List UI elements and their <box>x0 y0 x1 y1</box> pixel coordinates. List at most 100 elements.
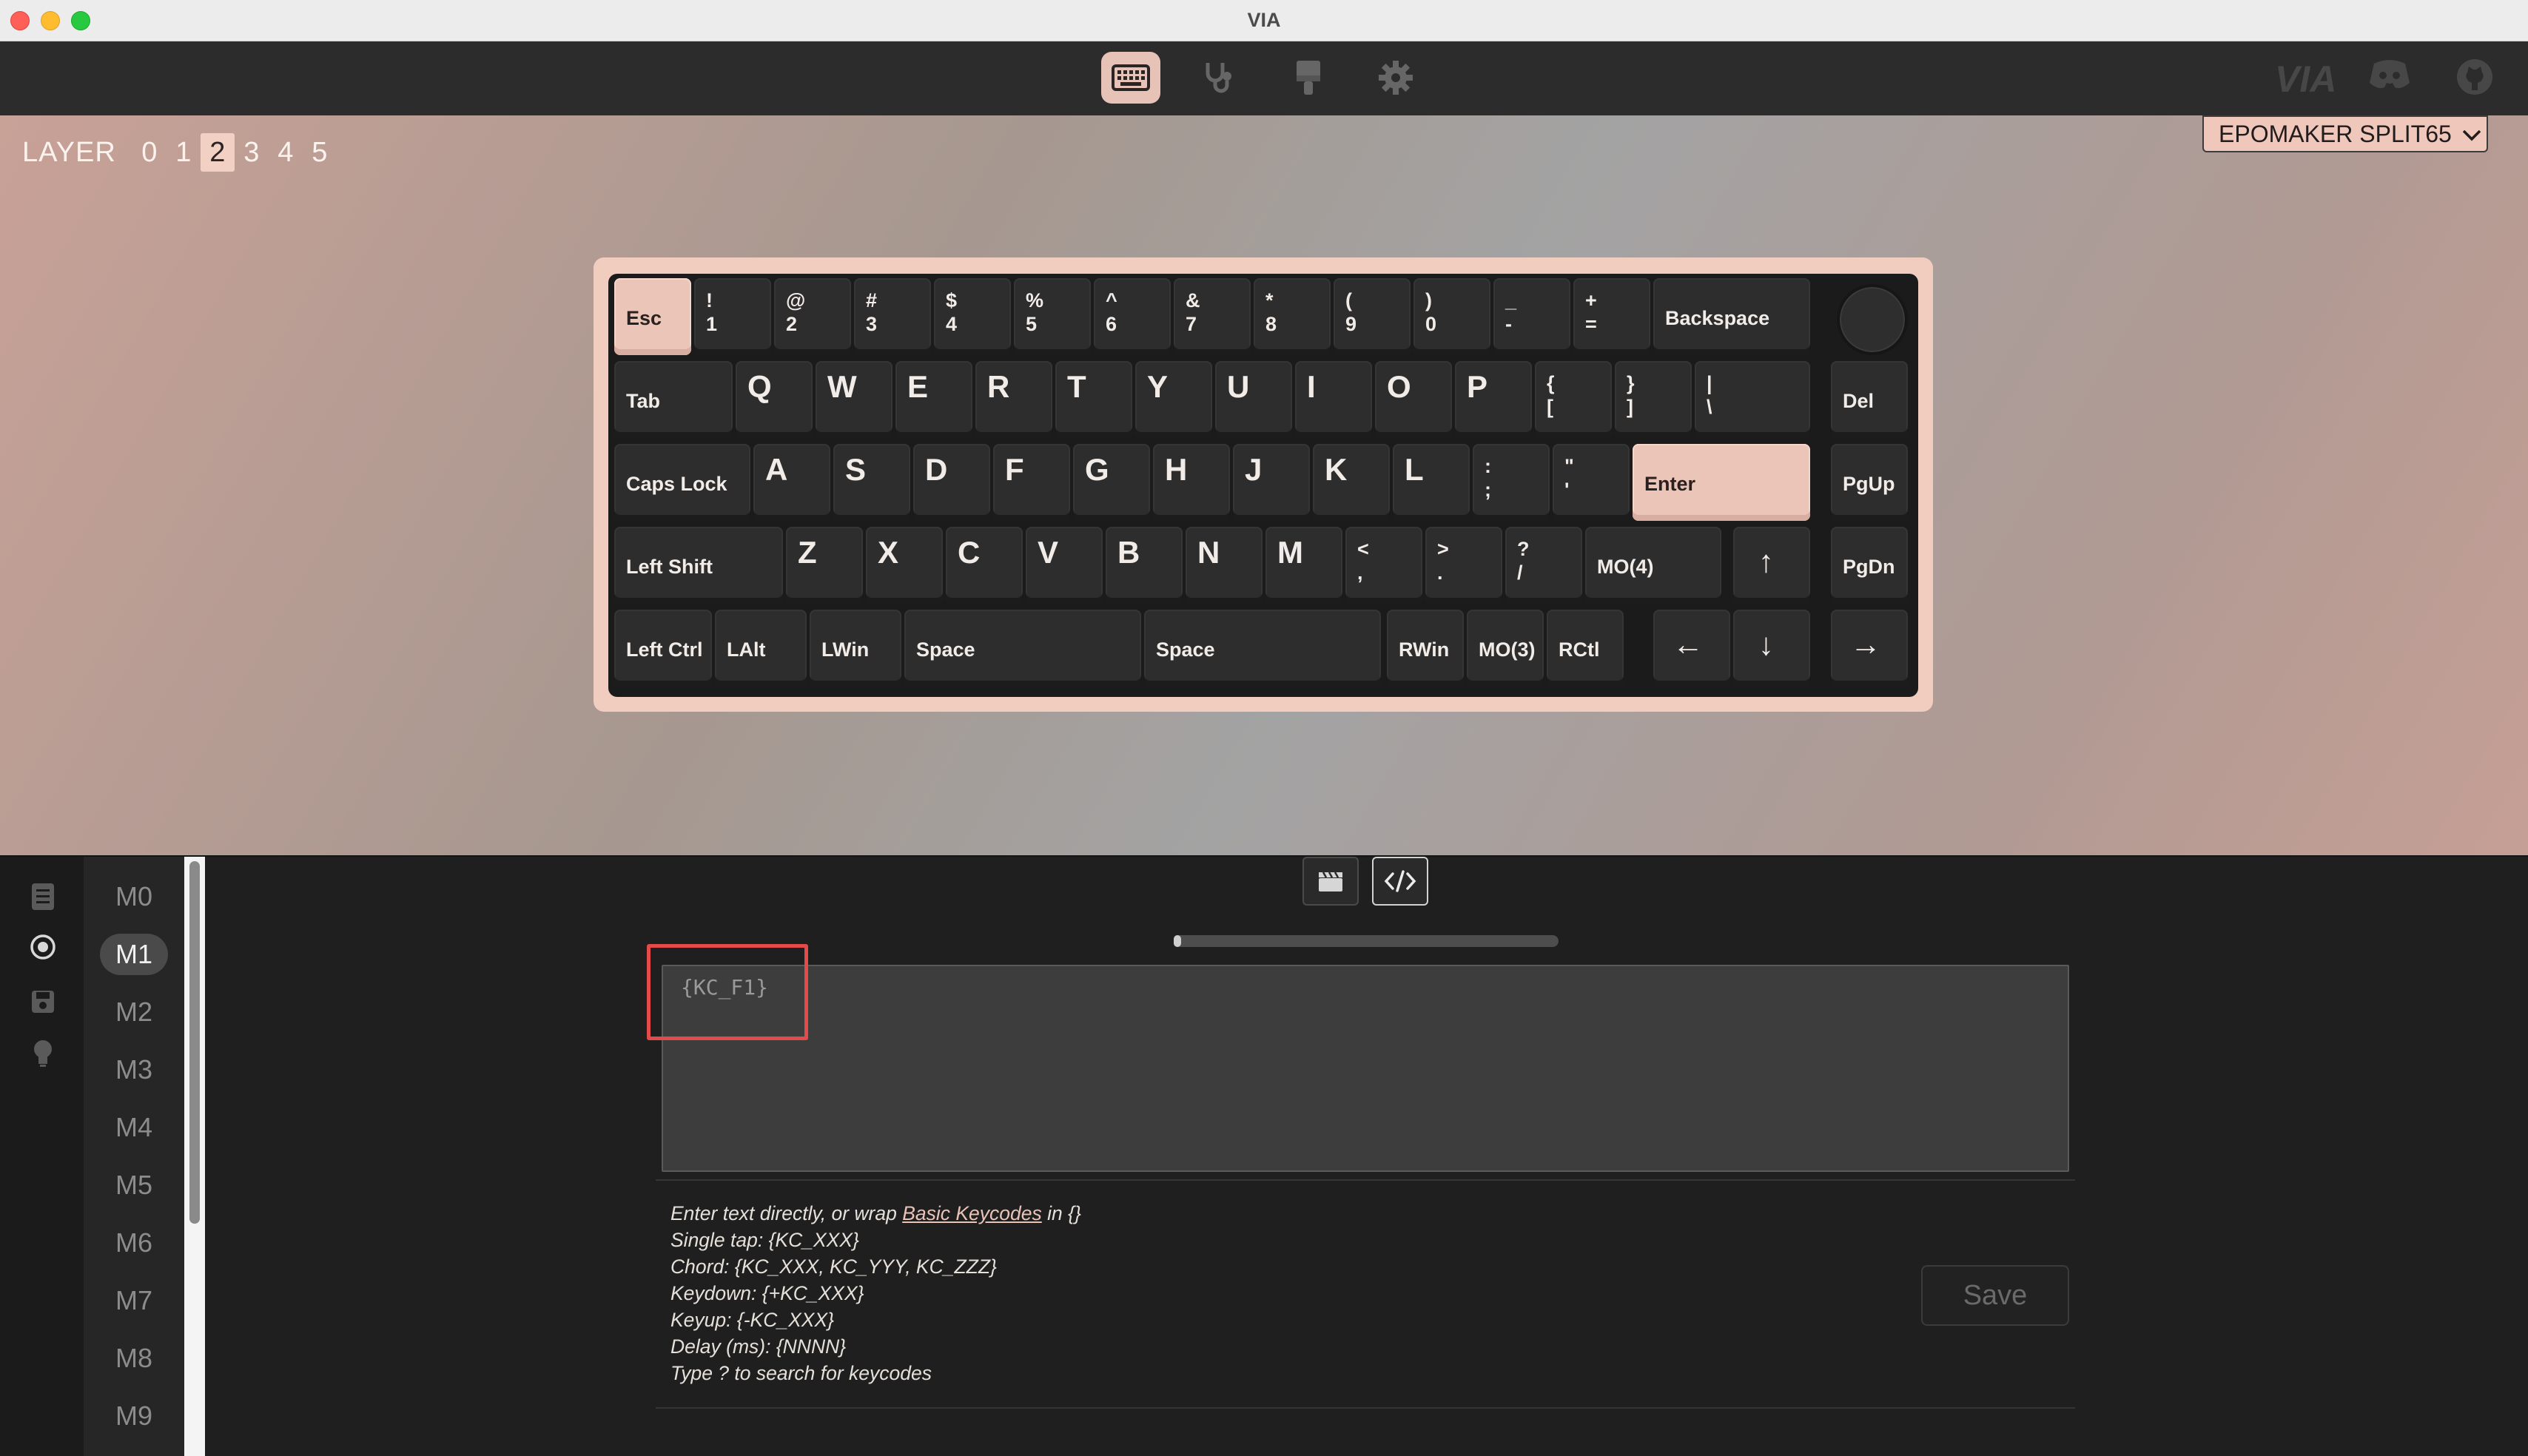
key-r[interactable]: R <box>975 361 1052 438</box>
key-b[interactable]: B <box>1106 527 1183 604</box>
key-tab[interactable]: Tab <box>614 361 733 438</box>
layer-5-button[interactable]: 5 <box>303 133 337 172</box>
key-q[interactable]: Q <box>736 361 813 438</box>
macro-list-scrollbar[interactable] <box>184 857 205 1456</box>
key-mo4[interactable]: MO(4) <box>1585 527 1721 604</box>
key-enter[interactable]: Enter <box>1633 444 1810 521</box>
key-y[interactable]: Y <box>1135 361 1212 438</box>
discord-icon[interactable] <box>2368 58 2411 90</box>
key-comma[interactable]: < , <box>1345 527 1422 604</box>
key-arrow-right[interactable]: → <box>1831 610 1908 687</box>
key-mo3[interactable]: MO(3) <box>1467 610 1544 687</box>
macro-text-editor[interactable]: {KC_F1} <box>662 965 2069 1172</box>
key-6[interactable]: ^ 6 <box>1094 278 1171 355</box>
key-h[interactable]: H <box>1153 444 1230 521</box>
document-icon[interactable] <box>27 880 59 913</box>
key-t[interactable]: T <box>1055 361 1132 438</box>
tab-configure[interactable] <box>1101 52 1160 104</box>
key-backslash[interactable]: | \ <box>1695 361 1810 438</box>
key-m[interactable]: M <box>1265 527 1342 604</box>
key-caps-lock[interactable]: Caps Lock <box>614 444 750 521</box>
key-quote[interactable]: " ' <box>1553 444 1630 521</box>
layer-2-button[interactable]: 2 <box>200 133 235 172</box>
key-l[interactable]: L <box>1393 444 1470 521</box>
key-c[interactable]: C <box>946 527 1023 604</box>
key-semicolon[interactable]: : ; <box>1473 444 1550 521</box>
key-lalt[interactable]: LAlt <box>715 610 807 687</box>
key-v[interactable]: V <box>1026 527 1103 604</box>
key-e[interactable]: E <box>895 361 972 438</box>
key-5[interactable]: % 5 <box>1014 278 1091 355</box>
key-p[interactable]: P <box>1455 361 1532 438</box>
key-s[interactable]: S <box>833 444 910 521</box>
key-space-left[interactable]: Space <box>904 610 1141 687</box>
layer-0-button[interactable]: 0 <box>132 133 167 172</box>
key-left-ctrl[interactable]: Left Ctrl <box>614 610 712 687</box>
key-d[interactable]: D <box>913 444 990 521</box>
key-f[interactable]: F <box>993 444 1070 521</box>
key-g[interactable]: G <box>1073 444 1150 521</box>
github-icon[interactable] <box>2455 58 2494 96</box>
layer-4-button[interactable]: 4 <box>269 133 303 172</box>
key-minus[interactable]: _ - <box>1493 278 1570 355</box>
key-9[interactable]: ( 9 <box>1334 278 1411 355</box>
key-arrow-down[interactable]: ↓ <box>1733 610 1810 687</box>
key-z[interactable]: Z <box>786 527 863 604</box>
key-slash[interactable]: ? / <box>1505 527 1582 604</box>
key-space-right[interactable]: Space <box>1144 610 1381 687</box>
key-o[interactable]: O <box>1375 361 1452 438</box>
macro-item[interactable]: M8 <box>100 1338 168 1379</box>
macro-item[interactable]: M0 <box>100 876 168 917</box>
basic-keycodes-link[interactable]: Basic Keycodes <box>902 1202 1042 1224</box>
key-pgdn[interactable]: PgDn <box>1831 527 1908 604</box>
key-7[interactable]: & 7 <box>1174 278 1251 355</box>
macro-item[interactable]: M5 <box>100 1165 168 1206</box>
macro-item[interactable]: M3 <box>100 1049 168 1091</box>
key-arrow-left[interactable]: ← <box>1653 610 1730 687</box>
layer-3-button[interactable]: 3 <box>235 133 269 172</box>
rotary-knob[interactable] <box>1837 284 1908 355</box>
key-equal[interactable]: + = <box>1573 278 1650 355</box>
key-del[interactable]: Del <box>1831 361 1908 438</box>
macro-item[interactable]: M4 <box>100 1107 168 1148</box>
save-button[interactable]: Save <box>1921 1265 2069 1326</box>
key-a[interactable]: A <box>753 444 830 521</box>
key-pgup[interactable]: PgUp <box>1831 444 1908 521</box>
key-u[interactable]: U <box>1215 361 1292 438</box>
key-1[interactable]: ! 1 <box>694 278 771 355</box>
key-k[interactable]: K <box>1313 444 1390 521</box>
keyboard-selector[interactable]: EPOMAKER SPLIT65 <box>2202 115 2488 152</box>
macro-item[interactable]: M1 <box>100 934 168 975</box>
tab-settings[interactable] <box>1366 52 1425 104</box>
scrollbar-thumb[interactable] <box>189 861 200 1224</box>
key-period[interactable]: > . <box>1425 527 1502 604</box>
key-w[interactable]: W <box>816 361 892 438</box>
record-icon[interactable] <box>27 931 59 963</box>
via-logo[interactable]: VIA <box>2275 58 2336 101</box>
key-x[interactable]: X <box>866 527 943 604</box>
recorder-view-button[interactable] <box>1302 857 1359 906</box>
lightbulb-icon[interactable] <box>27 1037 59 1070</box>
key-backspace[interactable]: Backspace <box>1653 278 1810 355</box>
layer-1-button[interactable]: 1 <box>167 133 201 172</box>
key-arrow-up[interactable]: ↑ <box>1733 527 1810 604</box>
tab-design[interactable] <box>1279 52 1338 104</box>
key-n[interactable]: N <box>1186 527 1263 604</box>
key-0[interactable]: ) 0 <box>1413 278 1490 355</box>
key-esc[interactable]: Esc <box>614 278 691 355</box>
macro-item[interactable]: M2 <box>100 991 168 1033</box>
key-left-shift[interactable]: Left Shift <box>614 527 783 604</box>
key-4[interactable]: $ 4 <box>934 278 1011 355</box>
key-left-bracket[interactable]: { [ <box>1535 361 1612 438</box>
key-i[interactable]: I <box>1295 361 1372 438</box>
macro-item[interactable]: M7 <box>100 1280 168 1321</box>
key-2[interactable]: @ 2 <box>774 278 851 355</box>
tab-test[interactable] <box>1189 52 1248 104</box>
key-lwin[interactable]: LWin <box>810 610 901 687</box>
key-j[interactable]: J <box>1233 444 1310 521</box>
key-rctl[interactable]: RCtl <box>1547 610 1624 687</box>
key-8[interactable]: * 8 <box>1254 278 1331 355</box>
key-3[interactable]: # 3 <box>854 278 931 355</box>
key-right-bracket[interactable]: } ] <box>1615 361 1692 438</box>
script-view-button[interactable] <box>1372 857 1428 906</box>
